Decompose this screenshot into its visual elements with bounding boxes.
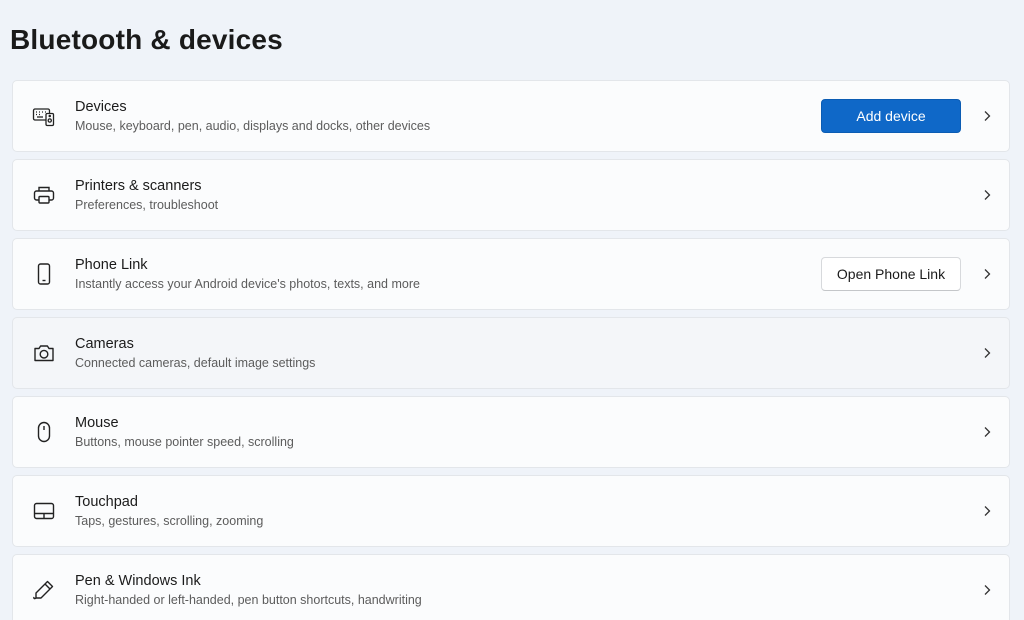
chevron-right-icon: [965, 505, 1009, 517]
keyboard-icon: [13, 104, 75, 128]
mouse-title: Mouse: [75, 414, 119, 431]
touchpad-icon: [13, 499, 75, 523]
printer-icon: [13, 183, 75, 207]
phone-link-description: Instantly access your Android device's p…: [75, 276, 420, 291]
settings-card-pen[interactable]: Pen & Windows Ink Right-handed or left-h…: [12, 554, 1010, 620]
phone-link-title: Phone Link: [75, 256, 148, 273]
cameras-title: Cameras: [75, 335, 134, 352]
chevron-right-icon: [965, 584, 1009, 596]
pen-icon: [13, 578, 75, 602]
pen-text: Pen & Windows Ink Right-handed or left-h…: [75, 572, 965, 609]
devices-text: Devices Mouse, keyboard, pen, audio, dis…: [75, 98, 821, 135]
settings-card-cameras[interactable]: Cameras Connected cameras, default image…: [12, 317, 1010, 389]
touchpad-text: Touchpad Taps, gestures, scrolling, zoom…: [75, 493, 965, 530]
page-title: Bluetooth & devices: [10, 24, 283, 55]
settings-card-mouse[interactable]: Mouse Buttons, mouse pointer speed, scro…: [12, 396, 1010, 468]
cameras-text: Cameras Connected cameras, default image…: [75, 335, 965, 372]
settings-card-devices[interactable]: Devices Mouse, keyboard, pen, audio, dis…: [12, 80, 1010, 152]
camera-icon: [13, 341, 75, 365]
touchpad-title: Touchpad: [75, 493, 138, 510]
settings-page: Bluetooth & devices Devices Mouse, keybo…: [0, 0, 1024, 620]
devices-description: Mouse, keyboard, pen, audio, displays an…: [75, 118, 431, 133]
mouse-text: Mouse Buttons, mouse pointer speed, scro…: [75, 414, 965, 451]
add-device-button[interactable]: Add device: [821, 99, 961, 133]
open-phone-link-button[interactable]: Open Phone Link: [821, 257, 961, 291]
chevron-right-icon: [965, 110, 1009, 122]
printers-text: Printers & scanners Preferences, trouble…: [75, 177, 965, 214]
printers-title: Printers & scanners: [75, 177, 202, 194]
devices-title: Devices: [75, 98, 127, 115]
mouse-icon: [13, 420, 75, 444]
chevron-right-icon: [965, 426, 1009, 438]
mouse-description: Buttons, mouse pointer speed, scrolling: [75, 434, 294, 449]
pen-description: Right-handed or left-handed, pen button …: [75, 592, 422, 607]
settings-card-phone-link[interactable]: Phone Link Instantly access your Android…: [12, 238, 1010, 310]
chevron-right-icon: [965, 189, 1009, 201]
settings-list: Devices Mouse, keyboard, pen, audio, dis…: [12, 80, 1010, 620]
printers-description: Preferences, troubleshoot: [75, 197, 219, 212]
phone-icon: [13, 262, 75, 286]
touchpad-description: Taps, gestures, scrolling, zooming: [75, 513, 264, 528]
settings-card-printers[interactable]: Printers & scanners Preferences, trouble…: [12, 159, 1010, 231]
chevron-right-icon: [965, 347, 1009, 359]
pen-title: Pen & Windows Ink: [75, 572, 201, 589]
settings-card-touchpad[interactable]: Touchpad Taps, gestures, scrolling, zoom…: [12, 475, 1010, 547]
chevron-right-icon: [965, 268, 1009, 280]
cameras-description: Connected cameras, default image setting…: [75, 355, 316, 370]
phone-link-text: Phone Link Instantly access your Android…: [75, 256, 821, 293]
